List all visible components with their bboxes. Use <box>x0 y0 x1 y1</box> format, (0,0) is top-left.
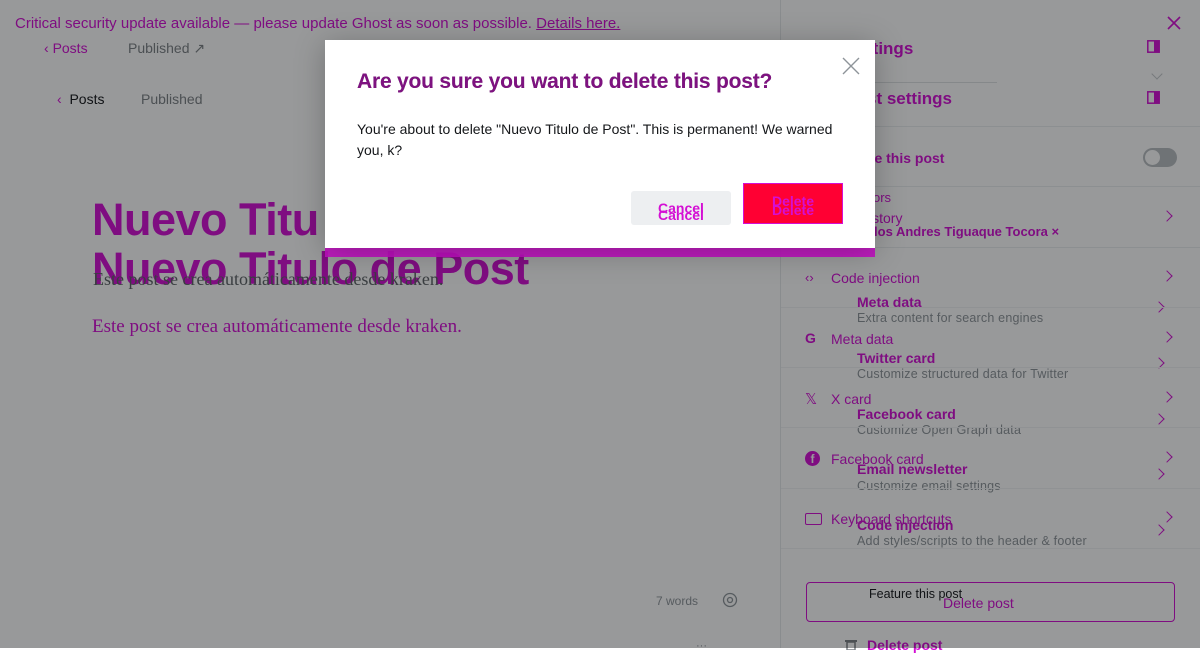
modal-body: You're about to delete "Nuevo Titulo de … <box>357 119 837 161</box>
modal-title: Are you sure you want to delete this pos… <box>357 70 773 93</box>
modal-accent-band <box>325 248 875 257</box>
modal-body-text: You're about to delete "Nuevo Titulo de … <box>357 121 833 158</box>
delete-post-modal: Are you sure you want to delete this pos… <box>325 40 875 248</box>
delete-button-label-ghost: Delete <box>771 202 815 218</box>
cancel-button[interactable]: Cancel Cancel <box>631 191 731 225</box>
cancel-button-label-ghost: Cancel <box>658 207 704 223</box>
delete-button[interactable]: Delete Delete <box>743 183 843 224</box>
modal-close-icon[interactable] <box>840 55 862 77</box>
